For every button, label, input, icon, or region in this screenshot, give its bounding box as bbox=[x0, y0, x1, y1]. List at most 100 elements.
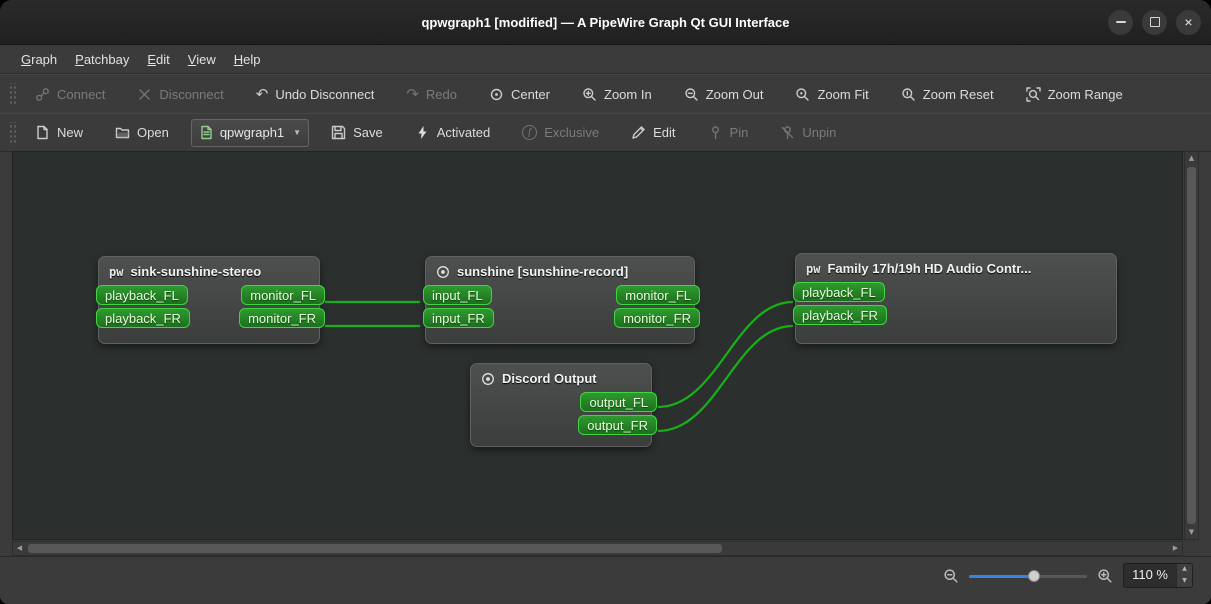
disconnect-icon bbox=[139, 88, 151, 100]
zoom-fit-button[interactable]: Zoom Fit bbox=[785, 82, 878, 107]
open-folder-icon bbox=[115, 127, 130, 139]
disconnect-button[interactable]: Disconnect bbox=[127, 82, 233, 107]
close-button[interactable]: × bbox=[1176, 9, 1201, 35]
node-title: Discord Output bbox=[502, 371, 597, 386]
patchbay-file-icon bbox=[201, 125, 212, 140]
horizontal-scrollbar[interactable]: ◀ ▶ bbox=[12, 541, 1183, 556]
node-family-hd-audio[interactable]: pw Family 17h/19h HD Audio Contr... play… bbox=[793, 253, 1117, 344]
undo-disconnect-button[interactable]: ↶ Undo Disconnect bbox=[246, 82, 385, 107]
port-playback_FL[interactable]: playback_FL bbox=[96, 285, 188, 305]
qpwgraph-window: qpwgraph1 [modified] — A PipeWire Graph … bbox=[0, 0, 1211, 604]
node-title: sink-sunshine-stereo bbox=[130, 264, 262, 279]
port-monitor_FL[interactable]: monitor_FL bbox=[241, 285, 325, 305]
undo-icon: ↶ bbox=[255, 84, 269, 103]
node-header[interactable]: pw Family 17h/19h HD Audio Contr... bbox=[796, 254, 1116, 280]
menubar: Graph Patchbay Edit View Help bbox=[0, 45, 1211, 74]
connect-icon bbox=[36, 87, 49, 101]
window-title: qpwgraph1 [modified] — A PipeWire Graph … bbox=[421, 14, 790, 30]
graph-area: pw sink-sunshine-stereo playback_FL play… bbox=[12, 151, 1199, 556]
pipewire-icon: pw bbox=[806, 261, 821, 276]
pencil-icon bbox=[632, 126, 645, 139]
center-button[interactable]: Center bbox=[479, 82, 560, 107]
port-monitor_FR[interactable]: monitor_FR bbox=[614, 308, 700, 328]
close-icon: × bbox=[1184, 13, 1193, 30]
graph-toolbar: Connect Disconnect ↶ Undo Disconnect ↷ R… bbox=[0, 74, 1211, 114]
new-file-icon bbox=[37, 125, 48, 140]
port-input_FL[interactable]: input_FL bbox=[423, 285, 492, 305]
zoom-value[interactable]: 110 % bbox=[1124, 564, 1176, 587]
window-controls: × bbox=[1108, 0, 1201, 44]
new-button[interactable]: New bbox=[25, 120, 93, 145]
menu-edit[interactable]: Edit bbox=[138, 49, 178, 70]
pin-button[interactable]: Pin bbox=[698, 120, 759, 145]
scroll-up-icon[interactable]: ▲ bbox=[1185, 152, 1198, 165]
titlebar[interactable]: qpwgraph1 [modified] — A PipeWire Graph … bbox=[0, 0, 1211, 45]
window-frame: qpwgraph1 [modified] — A PipeWire Graph … bbox=[0, 0, 1211, 604]
zoom-slider-handle[interactable] bbox=[1027, 569, 1040, 582]
pin-icon bbox=[711, 126, 719, 140]
save-icon bbox=[331, 125, 346, 140]
connections-layer bbox=[324, 300, 794, 433]
zoom-out-icon bbox=[944, 568, 958, 583]
node-header[interactable]: pw sink-sunshine-stereo bbox=[99, 257, 319, 283]
port-monitor_FR[interactable]: monitor_FR bbox=[239, 308, 325, 328]
zoom-spinbox[interactable]: 110 % ▲ ▼ bbox=[1123, 563, 1193, 588]
patchbay-toolbar: New Open qpwgraph1 ▼ Save Activated ƒ Ex… bbox=[0, 113, 1211, 152]
zoom-in-icon bbox=[1098, 568, 1112, 583]
exclusive-button[interactable]: ƒ Exclusive bbox=[512, 120, 609, 145]
vertical-scrollbar-thumb[interactable] bbox=[1187, 167, 1196, 524]
scroll-right-icon[interactable]: ▶ bbox=[1169, 542, 1182, 555]
scroll-down-icon[interactable]: ▼ bbox=[1185, 526, 1198, 539]
menu-view[interactable]: View bbox=[179, 49, 225, 70]
chevron-down-icon: ▼ bbox=[293, 128, 302, 137]
menu-graph[interactable]: Graph bbox=[12, 49, 66, 70]
menu-patchbay[interactable]: Patchbay bbox=[66, 49, 138, 70]
exclusive-icon: ƒ bbox=[522, 125, 538, 140]
activated-button[interactable]: Activated bbox=[405, 120, 500, 145]
record-icon bbox=[437, 265, 449, 278]
node-header[interactable]: sunshine [sunshine-record] bbox=[426, 257, 694, 283]
scroll-left-icon[interactable]: ◀ bbox=[13, 542, 26, 555]
node-discord-output[interactable]: Discord Output output_FL output_FR bbox=[470, 363, 657, 447]
zoom-reset-button[interactable]: Zoom Reset bbox=[891, 82, 1004, 107]
horizontal-scrollbar-thumb[interactable] bbox=[28, 544, 722, 553]
node-sink-sunshine-stereo[interactable]: pw sink-sunshine-stereo playback_FL play… bbox=[96, 256, 325, 344]
maximize-button[interactable] bbox=[1142, 9, 1167, 35]
node-sunshine-record[interactable]: sunshine [sunshine-record] input_FL inpu… bbox=[423, 256, 700, 344]
port-playback_FR[interactable]: playback_FR bbox=[96, 308, 190, 328]
zoom-in-button[interactable]: Zoom In bbox=[572, 82, 662, 107]
port-playback_FL[interactable]: playback_FL bbox=[793, 282, 885, 302]
redo-icon: ↷ bbox=[406, 84, 419, 103]
port-input_FR[interactable]: input_FR bbox=[423, 308, 494, 328]
maximize-icon bbox=[1149, 17, 1160, 27]
toolbar-grip[interactable] bbox=[8, 121, 17, 144]
edit-button[interactable]: Edit bbox=[621, 120, 685, 145]
zoom-reset-icon bbox=[902, 87, 915, 101]
center-icon bbox=[490, 88, 503, 100]
unpin-button[interactable]: Unpin bbox=[770, 120, 846, 145]
open-button[interactable]: Open bbox=[105, 120, 179, 145]
zoom-spin-buttons: ▲ ▼ bbox=[1176, 564, 1192, 587]
minimize-icon bbox=[1115, 21, 1126, 23]
pipewire-icon: pw bbox=[109, 264, 124, 279]
port-output_FL[interactable]: output_FL bbox=[580, 392, 657, 412]
save-button[interactable]: Save bbox=[321, 120, 393, 145]
toolbar-grip[interactable] bbox=[8, 83, 17, 105]
zoom-slider[interactable] bbox=[969, 569, 1088, 583]
menu-help[interactable]: Help bbox=[225, 49, 270, 70]
spin-down-icon[interactable]: ▼ bbox=[1177, 576, 1192, 588]
connect-button[interactable]: Connect bbox=[25, 82, 115, 107]
redo-button[interactable]: ↷ Redo bbox=[396, 82, 467, 107]
zoom-slider-fill bbox=[969, 574, 1034, 578]
vertical-scrollbar[interactable]: ▲ ▼ bbox=[1184, 151, 1199, 540]
graph-canvas[interactable]: pw sink-sunshine-stereo playback_FL play… bbox=[12, 151, 1183, 540]
port-playback_FR[interactable]: playback_FR bbox=[793, 305, 887, 325]
spin-up-icon[interactable]: ▲ bbox=[1177, 564, 1192, 576]
port-monitor_FL[interactable]: monitor_FL bbox=[616, 285, 700, 305]
minimize-button[interactable] bbox=[1108, 9, 1133, 35]
patchbay-select[interactable]: qpwgraph1 ▼ bbox=[190, 118, 310, 147]
node-header[interactable]: Discord Output bbox=[471, 364, 651, 390]
port-output_FR[interactable]: output_FR bbox=[578, 415, 657, 435]
zoom-range-button[interactable]: Zoom Range bbox=[1016, 82, 1133, 107]
zoom-out-button[interactable]: Zoom Out bbox=[674, 82, 774, 107]
